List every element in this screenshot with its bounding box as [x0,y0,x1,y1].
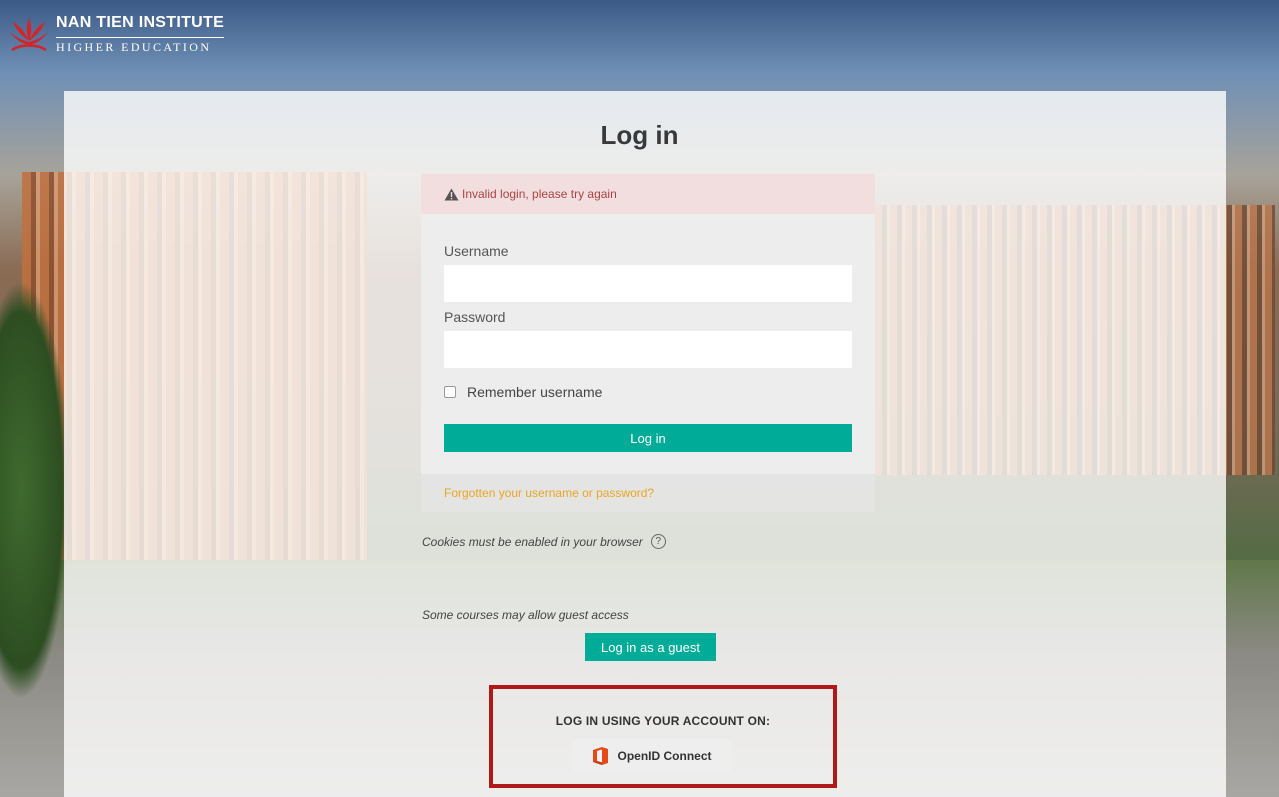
site-logo[interactable]: NAN TIEN INSTITUTE HIGHER EDUCATION [8,14,225,54]
sso-login-section: LOG IN USING YOUR ACCOUNT ON: OpenID Con… [489,685,837,788]
remember-checkbox[interactable] [444,386,456,398]
password-input[interactable] [444,331,852,368]
username-label: Username [444,243,509,259]
forgot-password-link[interactable]: Forgotten your username or password? [444,486,654,500]
remember-username[interactable]: Remember username [444,384,602,400]
cookies-notice: Cookies must be enabled in your browser … [422,534,666,549]
logo-subtitle: HIGHER EDUCATION [56,37,225,53]
remember-label: Remember username [467,384,603,400]
guest-access-text: Some courses may allow guest access [422,608,629,622]
username-input[interactable] [444,265,852,302]
login-button[interactable]: Log in [444,424,852,452]
forgot-row: Forgotten your username or password? [421,474,875,512]
question-circle-icon[interactable]: ? [650,534,666,549]
lotus-logo-icon [9,18,49,52]
background-tree [0,280,70,700]
guest-login-button[interactable]: Log in as a guest [585,633,716,661]
error-message: Invalid login, please try again [462,187,617,201]
password-label: Password [444,309,506,325]
openid-connect-label: OpenID Connect [617,749,712,763]
sso-heading: LOG IN USING YOUR ACCOUNT ON: [555,714,771,728]
cookies-text: Cookies must be enabled in your browser [422,534,643,549]
office-icon [593,747,609,765]
error-alert: Invalid login, please try again [421,174,875,214]
openid-connect-button[interactable]: OpenID Connect [572,739,732,773]
logo-name: NAN TIEN INSTITUTE [56,14,225,31]
page-title: Log in [600,120,679,150]
login-form: Invalid login, please try again Username… [421,174,875,512]
warning-icon [444,188,459,200]
